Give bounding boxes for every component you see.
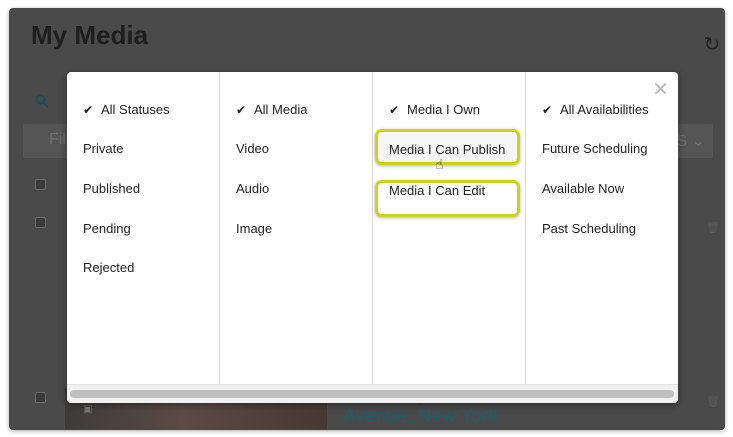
check-icon: ✔ <box>542 103 553 117</box>
availability-filter-column: ✔ All Availabilities Future Scheduling Av… <box>526 72 678 385</box>
option-published[interactable]: Published <box>83 181 140 196</box>
page-title: My Media <box>31 20 149 50</box>
trash-icon[interactable]: 🗑 <box>706 221 720 234</box>
option-image[interactable]: Image <box>236 221 272 236</box>
check-icon: ✔ <box>389 103 400 117</box>
scrollbar-thumb[interactable] <box>70 390 674 398</box>
option-pending[interactable]: Pending <box>83 221 131 236</box>
option-all-media[interactable]: ✔ All Media <box>236 102 307 117</box>
option-available-now[interactable]: Available Now <box>542 181 624 196</box>
status-filter-column: ✔ All Statuses Private Published Pending … <box>67 72 220 385</box>
option-label: All Statuses <box>101 102 170 117</box>
refresh-icon[interactable]: ↻ <box>703 35 721 55</box>
ownership-filter-column: ✔ Media I Own Media I Can Publish Media I… <box>373 72 526 385</box>
option-media-i-can-publish[interactable]: Media I Can Publish <box>389 142 505 157</box>
option-label: All Availabilities <box>560 102 649 117</box>
filter-modal: ✕ ✔ All Statuses Private Published Pendin… <box>67 72 678 403</box>
row-checkbox[interactable] <box>35 217 46 228</box>
row-checkbox[interactable] <box>35 392 46 403</box>
option-media-i-own[interactable]: ✔ Media I Own <box>389 102 480 117</box>
check-icon: ✔ <box>236 103 247 117</box>
option-all-statuses[interactable]: ✔ All Statuses <box>83 102 170 117</box>
media-type-filter-column: ✔ All Media Video Audio Image <box>220 72 373 385</box>
option-video[interactable]: Video <box>236 141 269 156</box>
option-label: All Media <box>254 102 308 117</box>
option-all-availabilities[interactable]: ✔ All Availabilities <box>542 102 649 117</box>
option-future-scheduling[interactable]: Future Scheduling <box>542 141 648 156</box>
option-past-scheduling[interactable]: Past Scheduling <box>542 221 636 236</box>
check-icon: ✔ <box>83 103 94 117</box>
search-icon[interactable] <box>35 94 49 108</box>
option-media-i-can-edit[interactable]: Media I Can Edit <box>389 183 485 198</box>
horizontal-scrollbar[interactable] <box>67 384 678 403</box>
trash-icon[interactable]: 🗑 <box>706 395 720 408</box>
option-audio[interactable]: Audio <box>236 181 269 196</box>
media-title-line: Avenue, New York <box>343 406 498 427</box>
image-icon: ▣ <box>83 404 93 415</box>
hand-cursor-icon: ☝ <box>435 156 444 172</box>
select-all-checkbox[interactable] <box>35 179 46 190</box>
option-label: Media I Own <box>407 102 480 117</box>
option-private[interactable]: Private <box>83 141 123 156</box>
option-rejected[interactable]: Rejected <box>83 260 134 275</box>
